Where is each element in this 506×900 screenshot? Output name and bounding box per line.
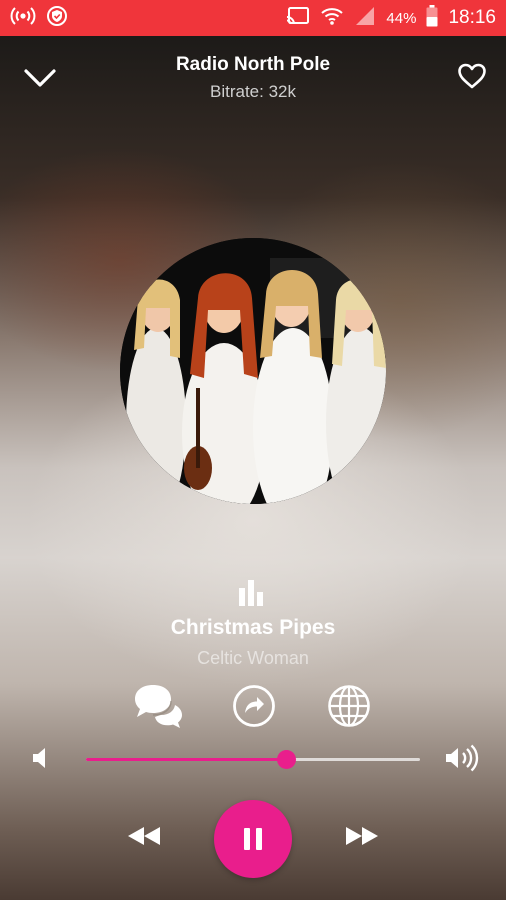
cast-icon: [286, 6, 310, 31]
volume-low-icon: [30, 745, 52, 776]
track-title: Christmas Pipes: [170, 616, 336, 639]
pause-button[interactable]: [214, 800, 292, 878]
globe-icon: [327, 684, 371, 733]
volume-slider-fill: [86, 758, 286, 761]
favorite-button[interactable]: [452, 60, 492, 96]
artist-name: Celtic Woman: [197, 648, 309, 668]
battery-percent: 44%: [386, 9, 417, 27]
status-bar: 44% 18:16: [0, 0, 506, 36]
status-bar-left: [10, 5, 68, 32]
fast-forward-button[interactable]: [342, 824, 382, 852]
signal-icon: [354, 6, 376, 31]
shield-icon: [46, 5, 68, 32]
wifi-icon: [320, 6, 344, 31]
album-art: [120, 238, 386, 504]
station-title: Radio North Pole: [175, 54, 331, 75]
share-icon: [232, 684, 276, 733]
volume-slider-thumb[interactable]: [277, 750, 296, 769]
volume-up-button[interactable]: [442, 744, 480, 776]
battery-icon: [426, 4, 438, 32]
chat-button[interactable]: [130, 682, 186, 732]
share-button[interactable]: [231, 684, 277, 733]
fast-forward-icon: [344, 824, 380, 853]
chat-icon: [131, 681, 185, 734]
clock: 18:16: [448, 7, 496, 28]
heart-outline-icon: [457, 62, 487, 95]
bitrate-label: Bitrate: 32k: [210, 82, 296, 101]
rewind-icon: [126, 824, 162, 853]
equalizer-icon: [238, 580, 268, 606]
top-bar: [0, 36, 506, 116]
status-bar-right: 44% 18:16: [286, 4, 496, 32]
rewind-button[interactable]: [124, 824, 164, 852]
volume-high-icon: [443, 743, 479, 778]
volume-down-button[interactable]: [28, 746, 54, 774]
pause-icon: [243, 827, 263, 856]
website-button[interactable]: [326, 684, 372, 733]
broadcast-icon: [10, 5, 36, 32]
